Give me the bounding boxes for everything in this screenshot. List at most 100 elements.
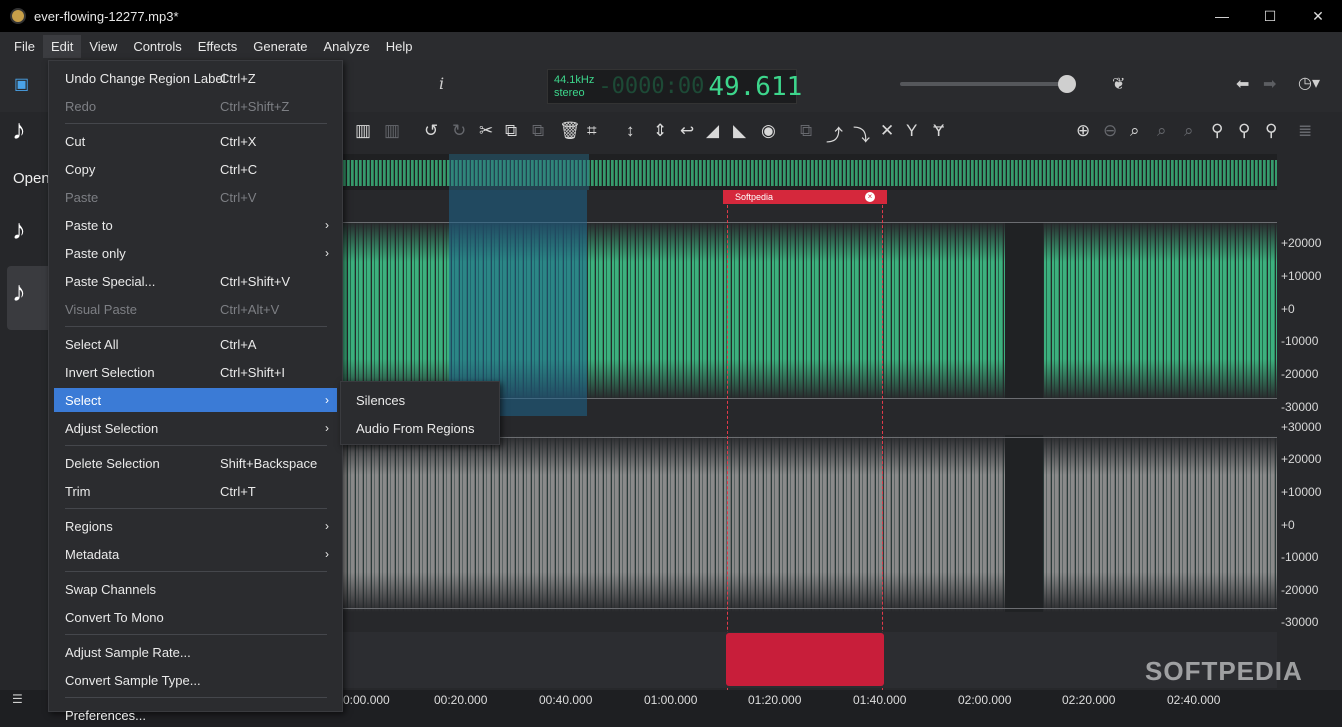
region-start-marker[interactable]: [727, 190, 728, 690]
menu-item-visual-paste[interactable]: Visual Paste Ctrl+Alt+V: [54, 297, 337, 321]
volume-slider[interactable]: [900, 82, 1068, 86]
scale-label: +10000: [1281, 485, 1322, 499]
close-button[interactable]: ✕: [1294, 0, 1342, 32]
normalize-icon[interactable]: ◉: [761, 121, 776, 141]
menu-help[interactable]: Help: [378, 35, 421, 58]
music-file-icon[interactable]: ♪: [12, 214, 26, 246]
duplicate-icon[interactable]: ⧉: [800, 121, 812, 141]
menu-item-invert-selection[interactable]: Invert Selection Ctrl+Shift+I: [54, 360, 337, 384]
region-block[interactable]: [726, 633, 884, 686]
menu-item-convert-to-mono[interactable]: Convert To Mono: [54, 605, 337, 629]
menu-item-copy[interactable]: Copy Ctrl+C: [54, 157, 337, 181]
menu-analyze[interactable]: Analyze: [315, 35, 377, 58]
curve-in-icon[interactable]: ⤴: [826, 121, 843, 146]
menu-item-cut[interactable]: Cut Ctrl+X: [54, 129, 337, 153]
timeline[interactable]: 0:00.000 00:20.000 00:40.000 01:00.000 0…: [343, 690, 1277, 712]
copy-icon[interactable]: ⧉: [505, 121, 517, 141]
watermark: SOFTPEDIA: [1145, 656, 1303, 686]
minimize-button[interactable]: —: [1198, 0, 1246, 32]
channel-right[interactable]: [343, 417, 1277, 630]
scale-label: +0: [1281, 518, 1295, 532]
open-label[interactable]: Open: [13, 170, 50, 187]
menu-item-adjust-sample-rate[interactable]: Adjust Sample Rate...: [54, 640, 337, 664]
zoom-selection-icon[interactable]: ⌕: [1130, 121, 1140, 141]
fade-in-icon[interactable]: ◢: [706, 121, 719, 141]
spectrum-icon[interactable]: ▥: [355, 121, 371, 141]
menu-item-trim[interactable]: Trim Ctrl+T: [54, 479, 337, 503]
spectrum-off-icon[interactable]: ▥: [384, 121, 400, 141]
waveform-overview[interactable]: [343, 154, 1277, 190]
scale-label: +20000: [1281, 236, 1322, 250]
zoom-reset-icon[interactable]: ⌕: [1184, 121, 1194, 141]
region-end-marker[interactable]: [882, 190, 883, 690]
menu-item-delete-selection[interactable]: Delete Selection Shift+Backspace: [54, 451, 337, 475]
arrow-right-icon[interactable]: ➡: [1263, 74, 1276, 94]
magnify-horizontal-icon[interactable]: ⚲: [1238, 121, 1250, 141]
menu-controls[interactable]: Controls: [125, 35, 189, 58]
meter-icon[interactable]: ≣: [1298, 121, 1312, 141]
menu-separator: [65, 326, 327, 327]
menu-item-select-all[interactable]: Select All Ctrl+A: [54, 332, 337, 356]
menu-effects[interactable]: Effects: [190, 35, 246, 58]
list-icon[interactable]: ☰: [12, 692, 23, 706]
overview-viewport[interactable]: [449, 154, 589, 190]
redo-icon[interactable]: ↻: [452, 121, 466, 141]
menu-item-paste-only[interactable]: Paste only ›: [54, 241, 337, 265]
menu-view[interactable]: View: [81, 35, 125, 58]
menu-item-adjust-selection[interactable]: Adjust Selection ›: [54, 416, 337, 440]
leaf-icon[interactable]: ❦: [1112, 74, 1125, 94]
undo-icon[interactable]: ↺: [424, 121, 438, 141]
chevron-right-icon: ›: [325, 393, 329, 407]
menu-item-preferences[interactable]: Preferences...: [54, 703, 337, 727]
menu-item-regions[interactable]: Regions ›: [54, 514, 337, 538]
submenu-item-silences[interactable]: Silences: [356, 393, 405, 408]
region-close-icon[interactable]: ×: [865, 192, 875, 202]
arrow-left-icon[interactable]: ⬅: [1236, 74, 1249, 94]
submenu-item-audio-from-regions[interactable]: Audio From Regions: [356, 421, 475, 436]
curve-out-icon[interactable]: ⤵: [853, 121, 870, 146]
zoom-out-icon[interactable]: ⊖: [1103, 121, 1117, 141]
paste-icon[interactable]: ⧉: [532, 121, 544, 141]
volume-knob[interactable]: [1058, 75, 1076, 93]
menu-bar: File Edit View Controls Effects Generate…: [0, 32, 1342, 60]
menu-item-paste-special[interactable]: Paste Special... Ctrl+Shift+V: [54, 269, 337, 293]
zoom-fit-icon[interactable]: ⌕: [1157, 121, 1167, 141]
history-icon[interactable]: ◷▾: [1298, 73, 1320, 93]
music-file-icon[interactable]: ♪: [12, 276, 26, 308]
menu-generate[interactable]: Generate: [245, 35, 315, 58]
magnify-vertical-icon[interactable]: ⚲: [1211, 121, 1223, 141]
position-display: 44.1kHz stereo -0000:00 49.611: [547, 69, 802, 104]
menu-item-convert-sample-type[interactable]: Convert Sample Type...: [54, 668, 337, 692]
contract-icon[interactable]: ⇕: [653, 121, 667, 141]
scale-label: +0: [1281, 302, 1295, 316]
menu-item-redo[interactable]: Redo Ctrl+Shift+Z: [54, 94, 337, 118]
cut-icon[interactable]: ✂: [479, 121, 493, 141]
delete-icon[interactable]: 🗑: [559, 121, 581, 141]
region-label[interactable]: Softpedia ×: [723, 190, 887, 204]
music-note-icon[interactable]: ♪: [12, 114, 26, 146]
sidebar-icon[interactable]: ▣: [14, 74, 29, 94]
menu-item-undo[interactable]: Undo Change Region Label Ctrl+Z: [54, 66, 337, 90]
expand-icon[interactable]: ↕: [626, 121, 635, 141]
crop-icon[interactable]: ⌗: [587, 121, 597, 141]
fade-out-icon[interactable]: ◣: [733, 121, 746, 141]
scale-label: -20000: [1281, 367, 1319, 381]
menu-item-select[interactable]: Select ›: [54, 388, 337, 412]
menu-item-metadata[interactable]: Metadata ›: [54, 542, 337, 566]
magnify-all-icon[interactable]: ⚲: [1265, 121, 1277, 141]
loop-icon[interactable]: ↩: [680, 121, 694, 141]
menu-file[interactable]: File: [6, 35, 43, 58]
scale-label: -30000: [1281, 615, 1319, 629]
info-icon[interactable]: i: [439, 74, 444, 93]
crossfade-icon[interactable]: ✕: [880, 121, 894, 141]
merge-icon[interactable]: Y: [906, 121, 917, 141]
sample-rate: 44.1kHz: [554, 73, 595, 86]
menu-item-paste[interactable]: Paste Ctrl+V: [54, 185, 337, 209]
zoom-in-icon[interactable]: ⊕: [1076, 121, 1090, 141]
menu-edit[interactable]: Edit: [42, 34, 82, 58]
menu-item-paste-to[interactable]: Paste to ›: [54, 213, 337, 237]
scale-label: -20000: [1281, 583, 1319, 597]
split-icon[interactable]: Ɏ: [933, 121, 944, 141]
menu-item-swap-channels[interactable]: Swap Channels: [54, 577, 337, 601]
maximize-button[interactable]: ☐: [1246, 0, 1294, 32]
